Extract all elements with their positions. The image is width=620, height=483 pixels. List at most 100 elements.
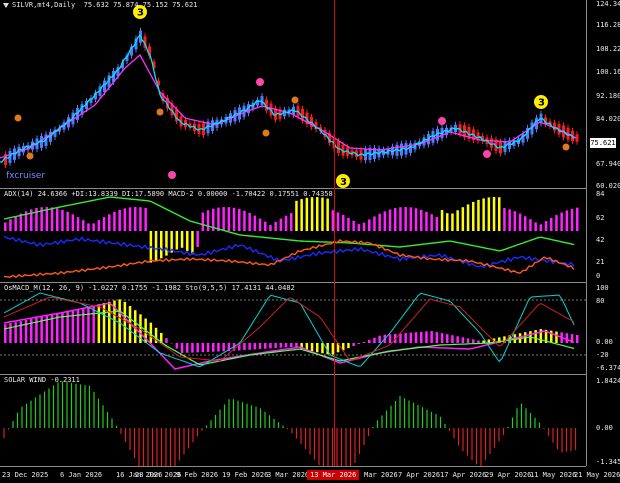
adx-histogram-bar (259, 219, 262, 231)
adx-histogram-bar (56, 208, 59, 231)
symbol-name: SILVR,mt4,Daily (12, 1, 75, 9)
y-tick: -1.3459 (596, 458, 620, 466)
osmacd-histogram-bar (4, 324, 7, 343)
price-candle (553, 123, 556, 131)
adx-histogram-bar (269, 225, 272, 231)
adx-histogram-bar (326, 199, 329, 231)
pink-pivot-marker (256, 78, 264, 86)
adx-histogram-bar (446, 213, 449, 231)
osmacd-label: OsMACD_M(12, 26, 9) -1.0227 0.1755 -1.19… (4, 284, 295, 292)
price-axis[interactable]: 124.340 116.280 108.220 100.160 92.180 8… (586, 0, 620, 466)
adx-histogram-bar (571, 209, 574, 231)
adx-histogram-bar (482, 198, 485, 231)
chevron-down-icon[interactable] (3, 3, 9, 8)
pink-pivot-marker (483, 150, 491, 158)
adx-histogram-bar (529, 219, 532, 231)
adx-histogram-bar (300, 199, 303, 231)
time-axis[interactable]: 23 Dec 2025 6 Jan 2026 16 Jan 2026 28 Ja… (0, 466, 586, 483)
y-tick: 60.020 (596, 182, 620, 190)
y-tick: 0.00 (596, 424, 613, 432)
orange-pivot-marker (27, 153, 34, 160)
price-candle (243, 106, 246, 117)
osmacd-histogram-bar (196, 343, 199, 352)
y-tick: -6.3744 (596, 364, 620, 372)
adx-histogram-bar (87, 223, 90, 231)
chart-window[interactable]: 333 SILVR,mt4,Daily 75.632 75.874 75.152… (0, 0, 620, 482)
adx-histogram-bar (61, 210, 64, 231)
adx-histogram-bar (233, 208, 236, 231)
adx-histogram-bar (295, 201, 298, 231)
adx-histogram-bar (202, 212, 205, 231)
adx-histogram-bar (420, 210, 423, 231)
adx-pane[interactable]: ADX(14) 24.6366 +DI:13.8339 DI:17.5890 M… (0, 189, 586, 283)
osmacd-histogram-bar (87, 307, 90, 343)
osmacd-histogram-bar (248, 343, 251, 350)
osmacd-histogram-bar (285, 343, 288, 347)
osmacd-histogram-bar (555, 332, 558, 343)
adx-histogram-bar (144, 208, 147, 231)
y-tick: 100.160 (596, 68, 620, 76)
y-tick: 84 (596, 190, 604, 198)
adx-histogram-bar (51, 207, 54, 231)
pink-pivot-marker (168, 171, 176, 179)
adx-histogram-bar (436, 217, 439, 231)
osmacd-histogram-bar (14, 322, 17, 343)
osmacd-histogram-bar (404, 333, 407, 343)
osmacd-histogram-bar (352, 343, 355, 346)
osmacd-histogram-bar (202, 343, 205, 352)
osmacd-histogram-bar (118, 299, 121, 343)
adx-histogram-bar (389, 209, 392, 231)
crosshair-vertical-line[interactable] (334, 0, 335, 466)
adx-histogram-bar (196, 231, 199, 247)
osmacd-histogram-bar (108, 302, 111, 343)
adx-histogram-bar (342, 215, 345, 231)
adx-histogram-bar (228, 207, 231, 231)
x-tick: 3 Mar 2026 (267, 471, 309, 479)
adx-histogram-bar (103, 217, 106, 231)
price-candle (337, 141, 340, 153)
osmacd-histogram-bar (420, 332, 423, 343)
osmacd-histogram-bar (363, 342, 366, 343)
adx-histogram-bar (186, 231, 189, 251)
x-tick: Mar 2026 (364, 471, 398, 479)
x-tick: 17 Apr 2026 (440, 471, 486, 479)
x-tick: 9 Feb 2026 (176, 471, 218, 479)
osmacd-histogram-bar (441, 333, 444, 343)
osmacd-histogram-bar (217, 343, 220, 352)
y-tick: 21 (596, 258, 604, 266)
osmacd-pane[interactable]: OsMACD_M(12, 26, 9) -1.0227 0.1755 -1.19… (0, 283, 586, 375)
adx-histogram-bar (550, 218, 553, 231)
osmacd-histogram-bar (311, 343, 314, 351)
adx-histogram-bar (347, 218, 350, 231)
y-tick: 62 (596, 214, 604, 222)
adx-histogram-bar (311, 197, 314, 231)
adx-histogram-bar (451, 213, 454, 231)
adx-histogram-bar (134, 207, 137, 231)
adx-histogram-bar (560, 213, 563, 231)
adx-histogram-bar (290, 213, 293, 231)
osmacd-histogram-bar (212, 343, 215, 352)
adx-histogram-bar (113, 212, 116, 231)
osmacd-histogram-bar (321, 343, 324, 353)
adx-histogram-bar (254, 216, 257, 231)
solar-chart-svg (0, 375, 586, 466)
orange-pivot-marker (292, 97, 299, 104)
wave-3-label: 3 (538, 98, 545, 109)
y-tick: 80 (596, 297, 604, 305)
adx-histogram-bar (4, 222, 7, 231)
osmacd-histogram-bar (207, 343, 210, 352)
last-price-tag: 75.621 (590, 138, 616, 148)
x-tick: 23 Dec 2025 (2, 471, 48, 479)
solar-pane[interactable]: SOLAR WIND -0.2311 (0, 375, 586, 466)
adx-histogram-bar (274, 222, 277, 231)
adx-histogram-bar (394, 208, 397, 231)
price-pane[interactable]: 333 SILVR,mt4,Daily 75.632 75.874 75.152… (0, 0, 586, 189)
adx-histogram-bar (462, 207, 465, 231)
adx-histogram-bar (66, 212, 69, 231)
osmacd-histogram-bar (472, 339, 475, 343)
adx-histogram-bar (176, 231, 179, 249)
adx-histogram-bar (363, 223, 366, 231)
orange-pivot-marker (263, 130, 270, 137)
plus-di-line-blue (4, 236, 574, 267)
adx-histogram-bar (285, 216, 288, 231)
